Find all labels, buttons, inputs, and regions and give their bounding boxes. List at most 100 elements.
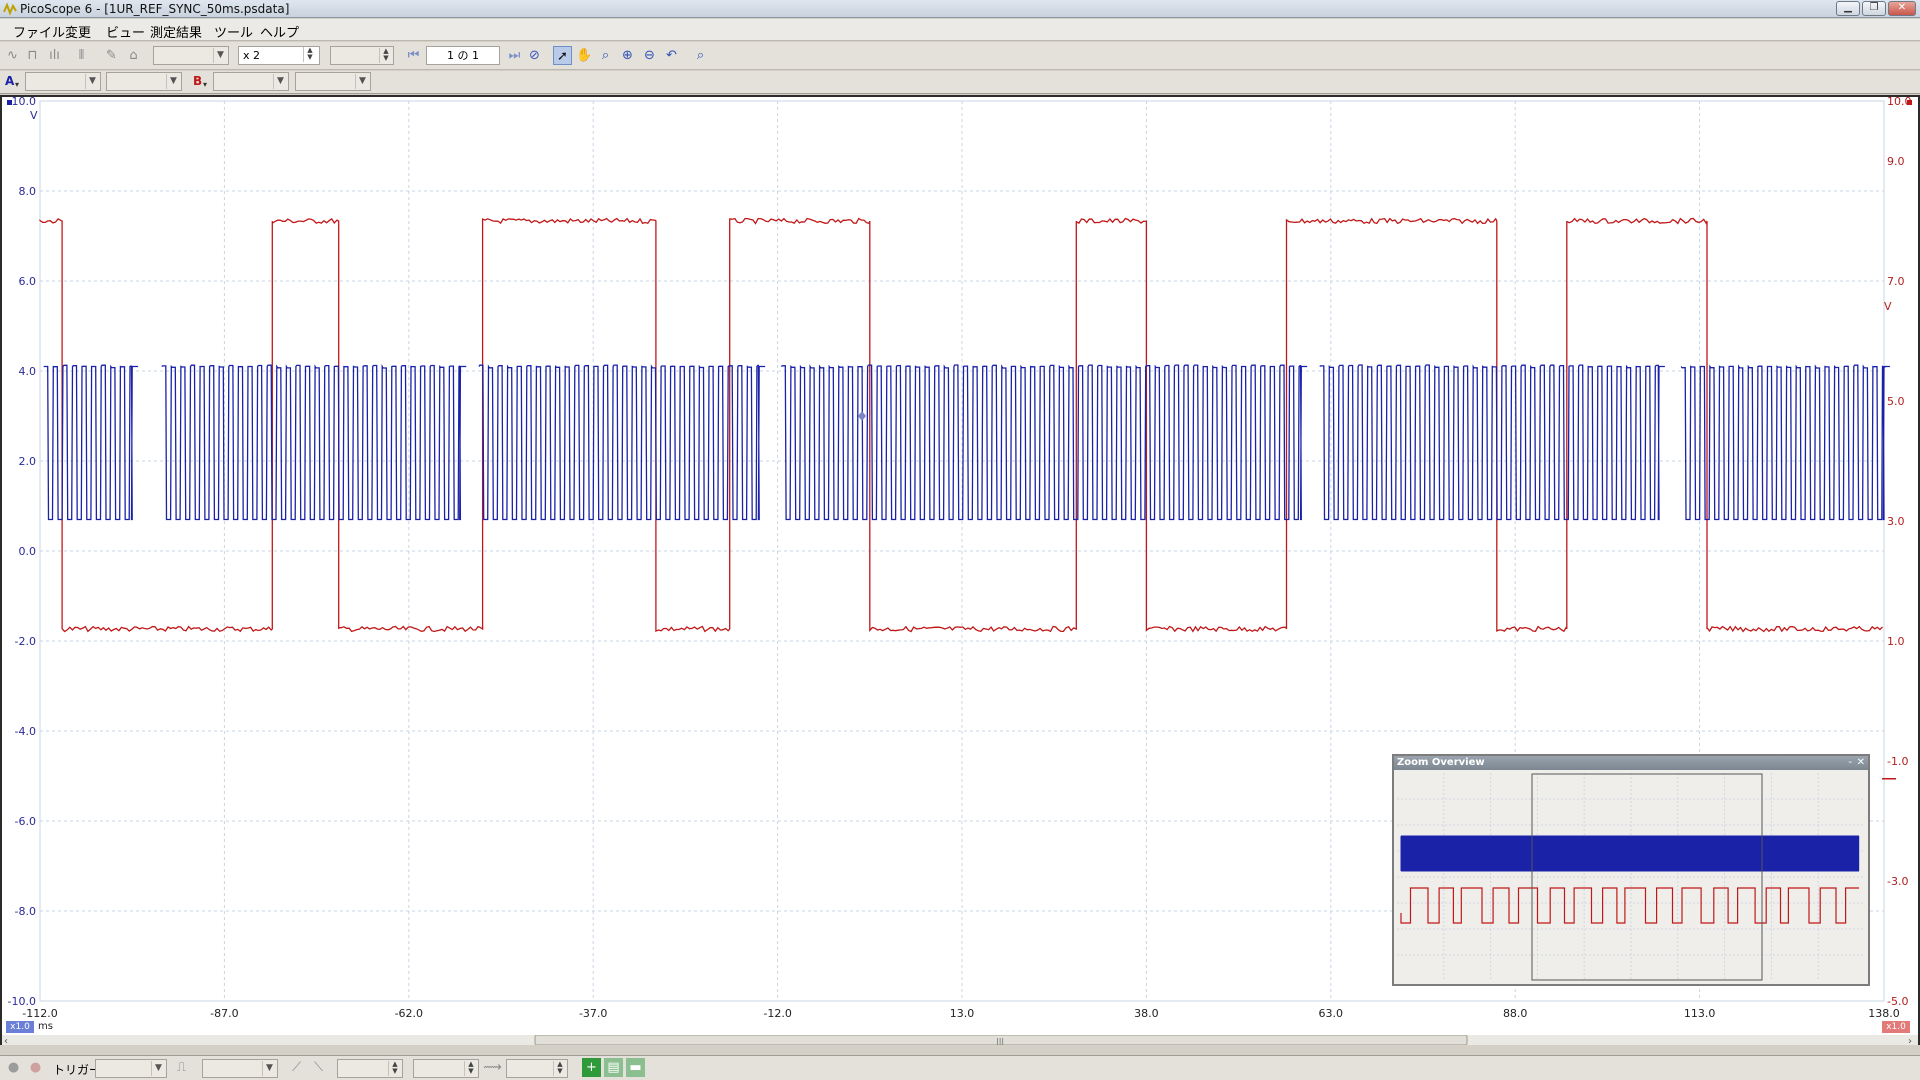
channel-b-coupling-select[interactable]: ▼	[295, 72, 371, 91]
channel-b-label: B	[193, 74, 203, 88]
left-tick-label: -10.0	[8, 995, 36, 1008]
home-icon[interactable]: ⌂	[124, 46, 143, 65]
trigger-delay-input[interactable]: ▲ ▼	[506, 1059, 568, 1078]
chevron-down-icon: ▼	[166, 74, 180, 89]
right-tick-label: 5.0	[1887, 395, 1905, 408]
first-buffer-icon[interactable]: ⏮	[404, 46, 423, 65]
stop-icon[interactable]: ●	[26, 1058, 45, 1077]
timebase-select[interactable]: ▼	[153, 46, 229, 65]
rising-edge-icon[interactable]: ⟋	[287, 1058, 306, 1077]
scroll-left-icon[interactable]: ‹	[4, 1036, 8, 1045]
close-window-button[interactable]: ✕	[1888, 1, 1916, 16]
trigger-level-spinner[interactable]: ▲ ▼	[388, 1061, 401, 1076]
pre-trigger-input[interactable]: ▲ ▼	[413, 1059, 479, 1078]
chevron-down-icon: ▼	[355, 74, 369, 89]
overview-channel-a-trace	[1400, 835, 1860, 872]
x-tick-label: 88.0	[1503, 1007, 1528, 1020]
x-tick-label: 138.0	[1868, 1007, 1900, 1020]
zoom-factor-spinner[interactable]: ▲ ▼	[303, 47, 316, 62]
trigger-mode-select[interactable]: ▼	[95, 1059, 167, 1078]
start-icon[interactable]: ●	[4, 1058, 23, 1077]
x-tick-label: -62.0	[395, 1007, 423, 1020]
channel-b-scale-tag[interactable]: x1.0	[1882, 1021, 1910, 1033]
add-measurement-icon[interactable]: +	[582, 1058, 601, 1077]
horizontal-scrollbar[interactable]: ‹ ||| ›	[2, 1035, 1918, 1045]
buffer-navigator-input[interactable]: 1 の 1	[426, 46, 500, 65]
x-tick-label: -112.0	[22, 1007, 57, 1020]
restore-button[interactable]: ❐	[1862, 1, 1886, 16]
menu-tools[interactable]: ツール	[214, 22, 253, 41]
left-tick-label: 10.0	[12, 97, 37, 108]
channel-toolbar: A ▾ ▼ ▼ B ▾ ▼ ▼	[0, 71, 1920, 94]
minimize-button[interactable]: ▁	[1836, 1, 1860, 16]
menu-view[interactable]: ビュー	[106, 22, 145, 41]
channel-b-marker[interactable]	[1907, 100, 1912, 105]
zoom-area-icon[interactable]: ⌕	[596, 46, 615, 65]
left-tick-label: 0.0	[19, 545, 37, 558]
scope-mode-icon[interactable]: ∿	[3, 46, 22, 65]
undo-zoom-icon[interactable]: ↶	[662, 46, 681, 65]
menu-file[interactable]: ファイル	[13, 22, 65, 41]
edit-measurement-icon[interactable]: ▤	[604, 1058, 623, 1077]
left-tick-label: -2.0	[15, 635, 36, 648]
channel-a-range-select[interactable]: ▼	[25, 72, 101, 91]
right-tick-label: 9.0	[1887, 155, 1905, 168]
delay-icon[interactable]: ⟿	[483, 1058, 502, 1077]
channel-b-range-select[interactable]: ▼	[213, 72, 289, 91]
x-tick-label: -37.0	[579, 1007, 607, 1020]
scroll-grip-icon: |||	[996, 1037, 1004, 1045]
scroll-right-icon[interactable]: ›	[1908, 1036, 1912, 1045]
menu-measurements[interactable]: 測定結果	[150, 22, 202, 41]
zoom-overview-plot[interactable]	[1397, 773, 1865, 981]
samples-spinner[interactable]: ▲ ▼	[379, 48, 392, 63]
menu-help[interactable]: ヘルプ	[260, 22, 299, 41]
right-tick-label: -5.0	[1887, 995, 1908, 1008]
falling-edge-icon[interactable]: ⟍	[309, 1058, 328, 1077]
trigger-label: トリガー	[53, 1063, 102, 1077]
right-tick-label: 1.0	[1887, 635, 1905, 648]
left-tick-label: 4.0	[19, 365, 37, 378]
overview-grid	[1397, 773, 1865, 981]
overview-channel-b-trace	[1400, 887, 1859, 924]
zoom-out-icon[interactable]: ⊖	[640, 46, 659, 65]
trigger-toolbar: ● ● トリガー ▼ ⎍ ▼ ⟋ ⟍ ▲ ▼ ▲ ▼ ⟿ ▲ ▼ + ▤ ▬	[0, 1055, 1920, 1080]
close-icon[interactable]: ✕	[1857, 756, 1865, 770]
right-tick-label: 3.0	[1887, 515, 1905, 528]
trigger-source-select[interactable]: ▼	[202, 1059, 278, 1078]
zoom-overview-minimize[interactable]: -	[1848, 756, 1852, 770]
probe-icon[interactable]: ✎	[102, 46, 121, 65]
chevron-down-icon: ▼	[151, 1061, 165, 1076]
delete-measurement-icon[interactable]: ▬	[626, 1058, 645, 1077]
compass-icon[interactable]: ⊘	[525, 46, 544, 65]
x-tick-label: -12.0	[763, 1007, 791, 1020]
hand-tool-icon[interactable]: ✋	[575, 46, 594, 65]
channel-a-marker[interactable]	[7, 100, 12, 105]
menu-bar: ファイル 変更 ビュー 測定結果 ツール ヘルプ	[0, 19, 1920, 41]
zoom-in-icon[interactable]: ⊕	[618, 46, 637, 65]
title-bar: PicoScope 6 - [1UR_REF_SYNC_50ms.psdata]…	[0, 0, 1920, 18]
advanced-trigger-icon[interactable]: ⎍	[172, 1058, 191, 1077]
left-tick-label: 8.0	[19, 185, 37, 198]
right-tick-label: 7.0	[1887, 275, 1905, 288]
spectrum-mode-icon[interactable]: ılı	[45, 46, 64, 65]
trigger-level-input[interactable]: ▲ ▼	[337, 1059, 403, 1078]
zoom-overview-title: Zoom Overview	[1394, 756, 1868, 770]
zoom-overview-panel[interactable]: Zoom Overview - ✕	[1392, 754, 1870, 986]
menu-edit[interactable]: 変更	[65, 22, 91, 41]
spectrum-view-icon[interactable]: ⫴	[72, 46, 91, 65]
pre-trigger-spinner[interactable]: ▲ ▼	[464, 1061, 477, 1076]
left-tick-label: -6.0	[15, 815, 36, 828]
samples-input[interactable]: ▲ ▼	[330, 46, 394, 65]
next-buffer-icon[interactable]: ⏭	[505, 46, 524, 65]
channel-b-offset-marker[interactable]	[1882, 778, 1896, 780]
zoom-overview-title-text: Zoom Overview	[1397, 757, 1485, 768]
zoom-fit-icon[interactable]: ⌕	[691, 46, 710, 65]
persistence-mode-icon[interactable]: ⊓	[23, 46, 42, 65]
channel-a-scale-tag[interactable]: x1.0	[6, 1021, 34, 1033]
ruler-handle-icon[interactable]	[858, 411, 866, 421]
x-tick-label: -87.0	[210, 1007, 238, 1020]
x-tick-label: 38.0	[1134, 1007, 1159, 1020]
channel-a-coupling-select[interactable]: ▼	[106, 72, 182, 91]
trigger-delay-spinner[interactable]: ▲ ▼	[553, 1061, 566, 1076]
pointer-tool-icon[interactable]: ➚	[553, 46, 572, 65]
